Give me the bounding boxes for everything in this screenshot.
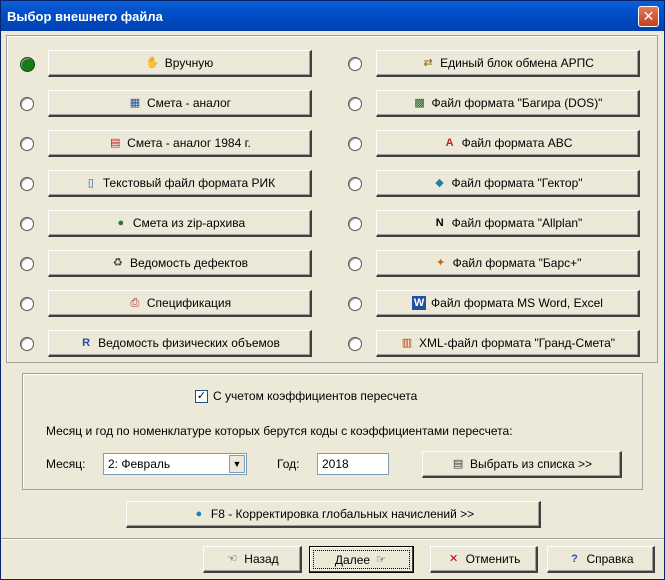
option-word-excel-button[interactable]: W Файл формата MS Word, Excel <box>376 290 640 317</box>
dialog-window: Выбор внешнего файла ✕ ✋ Вручную ▦ Смета… <box>0 0 665 580</box>
hand-icon: ✋ <box>145 57 160 69</box>
radio-zip[interactable] <box>20 217 34 231</box>
option-arps-button[interactable]: ⇄ Единый блок обмена АРПС <box>376 50 640 77</box>
abc-icon: A <box>445 137 454 149</box>
zip-icon: ● <box>117 217 125 229</box>
back-label: Назад <box>244 552 279 566</box>
pick-list-icon: ▤ <box>452 458 464 470</box>
option-label: Файл формата "Барс+" <box>452 256 582 270</box>
image-icon: ▩ <box>414 97 425 109</box>
option-grand-xml-button[interactable]: ▥ XML-файл формата "Гранд-Смета" <box>376 330 640 357</box>
radio-grand-xml[interactable] <box>348 337 362 351</box>
next-button[interactable]: Далее ☞ <box>309 546 414 573</box>
cancel-label: Отменить <box>465 552 521 566</box>
option-rik-text-button[interactable]: ▯ Текстовый файл формата РИК <box>48 170 312 197</box>
title-bar: Выбор внешнего файла ✕ <box>1 1 664 31</box>
option-bagira-button[interactable]: ▩ Файл формата "Багира (DOS)" <box>376 90 640 117</box>
next-label: Далее <box>334 552 371 567</box>
option-label: Смета - аналог <box>146 96 232 110</box>
recalc-checkbox-label[interactable]: С учетом коэффициентов пересчета <box>213 389 417 403</box>
radio-word-excel[interactable] <box>348 297 362 311</box>
bars-icon: ✦ <box>435 257 446 269</box>
cancel-button[interactable]: ✕ Отменить <box>430 546 538 573</box>
printer-icon: ⎙ <box>130 297 140 309</box>
option-defects-button[interactable]: ♻ Ведомость дефектов <box>48 250 312 277</box>
option-zip-button[interactable]: ● Смета из zip-архива <box>48 210 312 237</box>
year-value: 2018 <box>322 457 349 471</box>
option-label: Файл формата ABC <box>461 136 573 150</box>
option-estimate-analog-button[interactable]: ▦ Смета - аналог <box>48 90 312 117</box>
r-icon: R <box>82 337 91 349</box>
window-title: Выбор внешнего файла <box>7 9 163 24</box>
cancel-x-icon: ✕ <box>448 553 459 565</box>
recalc-description: Месяц и год по номенклатуре которых беру… <box>46 424 513 438</box>
option-allplan-button[interactable]: N Файл формата "Allplan" <box>376 210 640 237</box>
pick-from-list-button[interactable]: ▤ Выбрать из списка >> <box>422 451 622 478</box>
option-physical-volumes-button[interactable]: R Ведомость физических объемов <box>48 330 312 357</box>
radio-abc[interactable] <box>348 137 362 151</box>
option-manual-button[interactable]: ✋ Вручную <box>48 50 312 77</box>
radio-bars[interactable] <box>348 257 362 271</box>
option-specification-button[interactable]: ⎙ Спецификация <box>48 290 312 317</box>
radio-bagira[interactable] <box>348 97 362 111</box>
pick-from-list-label: Выбрать из списка >> <box>470 457 592 471</box>
year-label: Год: <box>277 457 300 471</box>
trash-icon: ♻ <box>113 257 123 269</box>
chevron-down-icon[interactable]: ▼ <box>229 455 245 473</box>
option-label: Ведомость физических объемов <box>98 336 280 350</box>
radio-estimate-analog[interactable] <box>20 97 34 111</box>
arrow-left-icon: ☜ <box>227 553 238 565</box>
arrow-right-icon: ☞ <box>376 553 387 566</box>
recalc-checkbox[interactable]: ✓ <box>195 390 208 403</box>
radio-physical-volumes[interactable] <box>20 337 34 351</box>
month-label: Месяц: <box>46 457 86 471</box>
radio-specification[interactable] <box>20 297 34 311</box>
option-label: Ведомость дефектов <box>129 256 249 270</box>
radio-estimate-analog-1984[interactable] <box>20 137 34 151</box>
option-label: Файл формата MS Word, Excel <box>431 296 603 310</box>
option-abc-button[interactable]: A Файл формата ABC <box>376 130 640 157</box>
f8-label: F8 - Корректировка глобальных начислений… <box>210 507 475 521</box>
year-input[interactable]: 2018 <box>317 453 389 475</box>
exchange-icon: ⇄ <box>423 57 433 69</box>
xml-icon: ▥ <box>401 337 413 349</box>
option-label: Смета - аналог 1984 г. <box>127 136 251 150</box>
radio-allplan[interactable] <box>348 217 362 231</box>
footer-divider <box>1 538 664 540</box>
document-icon: ▯ <box>87 177 94 189</box>
question-icon: ? <box>571 553 578 565</box>
diamond-icon: ◆ <box>435 177 444 189</box>
radio-defects[interactable] <box>20 257 34 271</box>
option-gektor-button[interactable]: ◆ Файл формата "Гектор" <box>376 170 640 197</box>
help-button[interactable]: ? Справка <box>547 546 655 573</box>
allplan-icon: N <box>435 217 444 229</box>
f8-global-charges-button[interactable]: ● F8 - Корректировка глобальных начислен… <box>126 501 541 528</box>
back-button[interactable]: ☜ Назад <box>203 546 302 573</box>
option-label: XML-файл формата "Гранд-Смета" <box>418 336 616 350</box>
radio-manual[interactable] <box>20 57 35 72</box>
option-label: Смета из zip-архива <box>132 216 246 230</box>
option-estimate-analog-1984-button[interactable]: ▤ Смета - аналог 1984 г. <box>48 130 312 157</box>
radio-arps[interactable] <box>348 57 362 71</box>
close-button[interactable]: ✕ <box>638 6 659 27</box>
option-bars-button[interactable]: ✦ Файл формата "Барс+" <box>376 250 640 277</box>
radio-rik-text[interactable] <box>20 177 34 191</box>
table-icon: ▦ <box>129 97 141 109</box>
month-select[interactable]: 2: Февраль ▼ <box>103 453 247 475</box>
option-label: Единый блок обмена АРПС <box>440 56 594 70</box>
word-excel-icon: W <box>412 296 427 310</box>
option-label: Файл формата "Гектор" <box>451 176 583 190</box>
help-label: Справка <box>586 552 634 566</box>
radio-gektor[interactable] <box>348 177 362 191</box>
option-label: Спецификация <box>146 296 232 310</box>
option-label: Вручную <box>164 56 214 70</box>
option-label: Файл формата "Багира (DOS)" <box>431 96 603 110</box>
calendar-icon: ▤ <box>109 137 121 149</box>
option-label: Текстовый файл формата РИК <box>102 176 276 190</box>
globe-icon: ● <box>195 508 203 520</box>
month-value: 2: Февраль <box>108 457 171 471</box>
option-label: Файл формата "Allplan" <box>451 216 583 230</box>
